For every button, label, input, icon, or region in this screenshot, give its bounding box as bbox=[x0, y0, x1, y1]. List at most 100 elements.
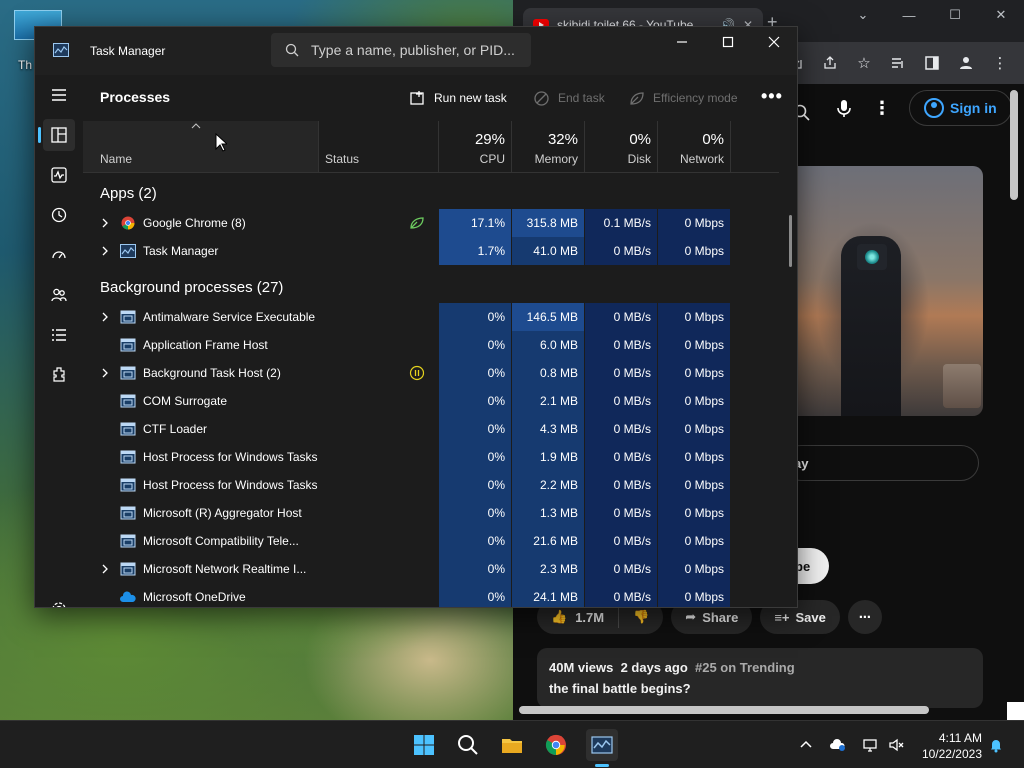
windows-process-icon bbox=[120, 338, 136, 352]
share-arrow-icon: ➦ bbox=[685, 609, 697, 624]
notification-bell-icon[interactable] bbox=[986, 735, 1006, 755]
onedrive-tray-icon[interactable] bbox=[828, 735, 848, 755]
youtube-more-icon[interactable]: ⋮ bbox=[873, 98, 891, 119]
tm-processes-page: Processes Run new task End task Efficien… bbox=[83, 75, 797, 607]
chrome-taskbar-icon[interactable] bbox=[540, 729, 572, 761]
media-controls-icon[interactable] bbox=[888, 53, 908, 73]
leaf-icon bbox=[630, 91, 644, 105]
cell-disk: 0 MB/s bbox=[585, 303, 658, 331]
cell-disk: 0 MB/s bbox=[585, 443, 658, 471]
background-process-row[interactable]: CTF Loader 0% 4.3 MB 0 MB/s 0 Mbps bbox=[83, 415, 779, 443]
active-app-indicator bbox=[595, 764, 609, 767]
background-process-row[interactable]: Background Task Host (2) 0% 0.8 MB 0 MB/s 0 … bbox=[83, 359, 779, 387]
nav-settings-gear-icon[interactable] bbox=[43, 593, 75, 607]
background-process-row[interactable]: Microsoft OneDrive 0% 24.1 MB 0 MB/s 0 Mbps bbox=[83, 583, 779, 607]
chrome-horizontal-scrollbar[interactable] bbox=[519, 706, 929, 714]
background-process-row[interactable]: Microsoft Compatibility Tele... 0% 21.6 MB… bbox=[83, 527, 779, 555]
share-label: Share bbox=[702, 609, 739, 625]
video-more-button[interactable]: ⋯ bbox=[847, 600, 882, 634]
app-process-row[interactable]: Google Chrome (8) 17.1% 315.8 MB 0.1 MB/s 0 … bbox=[83, 209, 779, 237]
end-task-button[interactable]: End task bbox=[533, 87, 605, 109]
efficiency-mode-button[interactable]: Efficiency mode bbox=[628, 87, 738, 109]
voice-search-mic-icon[interactable] bbox=[833, 97, 855, 119]
expand-chevron-icon[interactable] bbox=[100, 367, 110, 379]
close-button[interactable] bbox=[751, 27, 797, 57]
background-process-row[interactable]: Host Process for Windows Tasks 0% 1.9 MB 0 … bbox=[83, 443, 779, 471]
taskbar-clock[interactable]: 4:11 AM 10/22/2023 bbox=[918, 730, 982, 762]
column-header-memory[interactable]: 32% Memory bbox=[512, 121, 585, 172]
chrome-close-button[interactable]: ✕ bbox=[978, 0, 1024, 30]
hamburger-menu-icon[interactable] bbox=[43, 79, 75, 111]
cell-disk: 0 MB/s bbox=[585, 583, 658, 607]
tm-titlebar[interactable]: Task Manager bbox=[35, 27, 797, 75]
chrome-vertical-scrollbar[interactable] bbox=[1010, 90, 1018, 200]
cell-disk: 0 MB/s bbox=[585, 237, 658, 265]
column-header-name[interactable]: Name bbox=[83, 121, 319, 172]
network-tray-icon[interactable] bbox=[860, 735, 880, 755]
process-name: COM Surrogate bbox=[143, 394, 228, 408]
task-manager-taskbar-icon[interactable] bbox=[586, 729, 618, 761]
file-explorer-icon[interactable] bbox=[496, 729, 528, 761]
background-process-row[interactable]: COM Surrogate 0% 2.1 MB 0 MB/s 0 Mbps bbox=[83, 387, 779, 415]
volume-muted-tray-icon[interactable] bbox=[886, 735, 906, 755]
youtube-sign-in-button[interactable]: Sign in bbox=[909, 90, 1012, 126]
nav-users-icon[interactable] bbox=[43, 279, 75, 311]
show-hidden-icons-chevron-icon[interactable] bbox=[796, 735, 816, 755]
background-process-row[interactable]: Microsoft (R) Aggregator Host 0% 1.3 MB 0 M… bbox=[83, 499, 779, 527]
search-input[interactable] bbox=[311, 42, 521, 58]
column-header-disk[interactable]: 0% Disk bbox=[585, 121, 658, 172]
cell-network: 0 Mbps bbox=[658, 359, 731, 387]
taskbar-search-icon[interactable] bbox=[452, 729, 484, 761]
minimize-button[interactable] bbox=[659, 27, 705, 57]
more-options-icon[interactable]: ••• bbox=[761, 86, 783, 107]
cell-network: 0 Mbps bbox=[658, 499, 731, 527]
chrome-minimize-button[interactable]: — bbox=[886, 0, 932, 30]
side-panel-icon[interactable] bbox=[922, 53, 942, 73]
video-face-inset bbox=[943, 364, 981, 408]
windows-process-icon bbox=[120, 478, 136, 492]
cell-disk: 0 MB/s bbox=[585, 415, 658, 443]
scroll-corner bbox=[1007, 702, 1024, 720]
start-windows-icon[interactable] bbox=[408, 729, 440, 761]
chrome-tab-search-icon[interactable]: ⌄ bbox=[840, 0, 886, 30]
background-process-row[interactable]: Host Process for Windows Tasks 0% 2.2 MB 0 … bbox=[83, 471, 779, 499]
share-page-icon[interactable] bbox=[820, 53, 840, 73]
process-name: Host Process for Windows Tasks bbox=[143, 478, 318, 492]
column-header-cpu[interactable]: 29% CPU bbox=[439, 121, 512, 172]
nav-app-history-icon[interactable] bbox=[43, 199, 75, 231]
process-search-box[interactable] bbox=[271, 33, 531, 67]
app-process-row[interactable]: Task Manager 1.7% 41.0 MB 0 MB/s 0 Mbps bbox=[83, 237, 779, 265]
background-process-row[interactable]: Antimalware Service Executable 0% 146.5 MB… bbox=[83, 303, 779, 331]
column-header-status[interactable]: Status bbox=[319, 121, 439, 172]
bookmark-star-icon[interactable]: ☆ bbox=[854, 53, 874, 73]
nav-performance-icon[interactable] bbox=[43, 159, 75, 191]
upload-age: 2 days ago bbox=[620, 660, 688, 675]
like-count: 1.7M bbox=[575, 609, 605, 625]
nav-processes-icon[interactable] bbox=[43, 119, 75, 151]
background-process-row[interactable]: Microsoft Network Realtime I... 0% 2.3 MB 0… bbox=[83, 555, 779, 583]
profile-icon[interactable] bbox=[956, 53, 976, 73]
maximize-button[interactable] bbox=[705, 27, 751, 57]
video-thumbnail[interactable] bbox=[783, 166, 983, 416]
expand-chevron-icon[interactable] bbox=[100, 563, 110, 575]
video-description-title: the final battle begins? bbox=[549, 681, 691, 696]
chrome-maximize-button[interactable]: ☐ bbox=[932, 0, 978, 30]
expand-chevron-icon[interactable] bbox=[100, 245, 110, 257]
search-icon bbox=[285, 43, 299, 57]
column-memory-label: Memory bbox=[534, 152, 578, 166]
process-table: Name Status 29% CPU 32% Memory 0% Disk 0… bbox=[83, 121, 783, 607]
run-new-task-button[interactable]: Run new task bbox=[409, 87, 507, 109]
cell-cpu: 0% bbox=[439, 583, 512, 607]
chrome-menu-icon[interactable]: ⋮ bbox=[990, 53, 1010, 73]
video-description[interactable]: 40M views 2 days ago #25 on Trending the… bbox=[537, 648, 983, 708]
nav-services-icon[interactable] bbox=[43, 359, 75, 391]
process-list-scrollbar[interactable] bbox=[789, 215, 792, 267]
expand-chevron-icon[interactable] bbox=[100, 311, 110, 323]
background-process-row[interactable]: Application Frame Host 0% 6.0 MB 0 MB/s 0 Mb… bbox=[83, 331, 779, 359]
column-header-network[interactable]: 0% Network bbox=[658, 121, 731, 172]
nav-startup-apps-icon[interactable] bbox=[43, 239, 75, 271]
nav-details-icon[interactable] bbox=[43, 319, 75, 351]
cell-network: 0 Mbps bbox=[658, 555, 731, 583]
play-pill-button[interactable]: ay bbox=[783, 445, 979, 481]
expand-chevron-icon[interactable] bbox=[100, 217, 110, 229]
